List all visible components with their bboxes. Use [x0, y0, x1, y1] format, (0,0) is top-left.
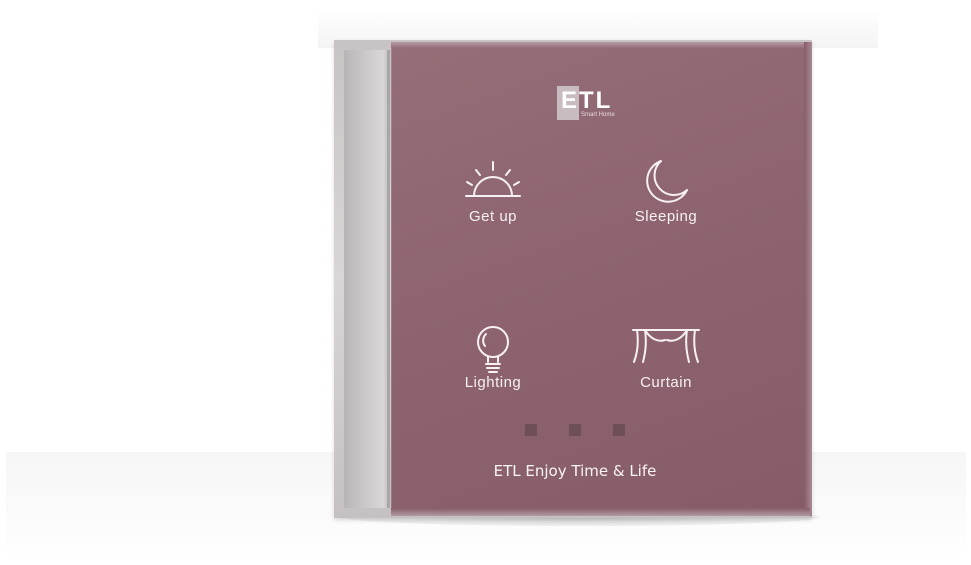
moon-icon	[596, 160, 736, 206]
product-stage: ETL Smart Home Get up Sleeping Lighting …	[0, 0, 971, 565]
sleeping-button[interactable]: Sleeping	[596, 160, 736, 250]
curtain-label: Curtain	[640, 374, 692, 391]
lightbulb-icon	[423, 326, 563, 373]
get-up-label: Get up	[468, 208, 518, 225]
indicator-dot-3[interactable]	[613, 424, 625, 436]
logo-subtext: Smart Home	[581, 112, 615, 118]
get-up-button[interactable]: Get up	[423, 160, 563, 250]
lighting-label: Lighting	[464, 374, 522, 391]
glass-edge-right	[804, 42, 812, 516]
etl-logo: ETL Smart Home	[557, 86, 637, 122]
lighting-button[interactable]: Lighting	[423, 326, 563, 416]
curtain-button[interactable]: Curtain	[596, 326, 736, 416]
glass-edge-top	[391, 42, 810, 48]
panel-side-bevel	[344, 50, 390, 508]
glass-edge-bottom	[391, 508, 810, 516]
sunrise-icon	[423, 160, 563, 206]
tagline: ETL Enjoy Time & Life	[493, 462, 657, 480]
indicator-dot-1[interactable]	[525, 424, 537, 436]
indicator-dot-2[interactable]	[569, 424, 581, 436]
curtain-icon	[596, 326, 736, 372]
sleeping-label: Sleeping	[634, 208, 698, 225]
logo-text: ETL	[561, 87, 613, 114]
